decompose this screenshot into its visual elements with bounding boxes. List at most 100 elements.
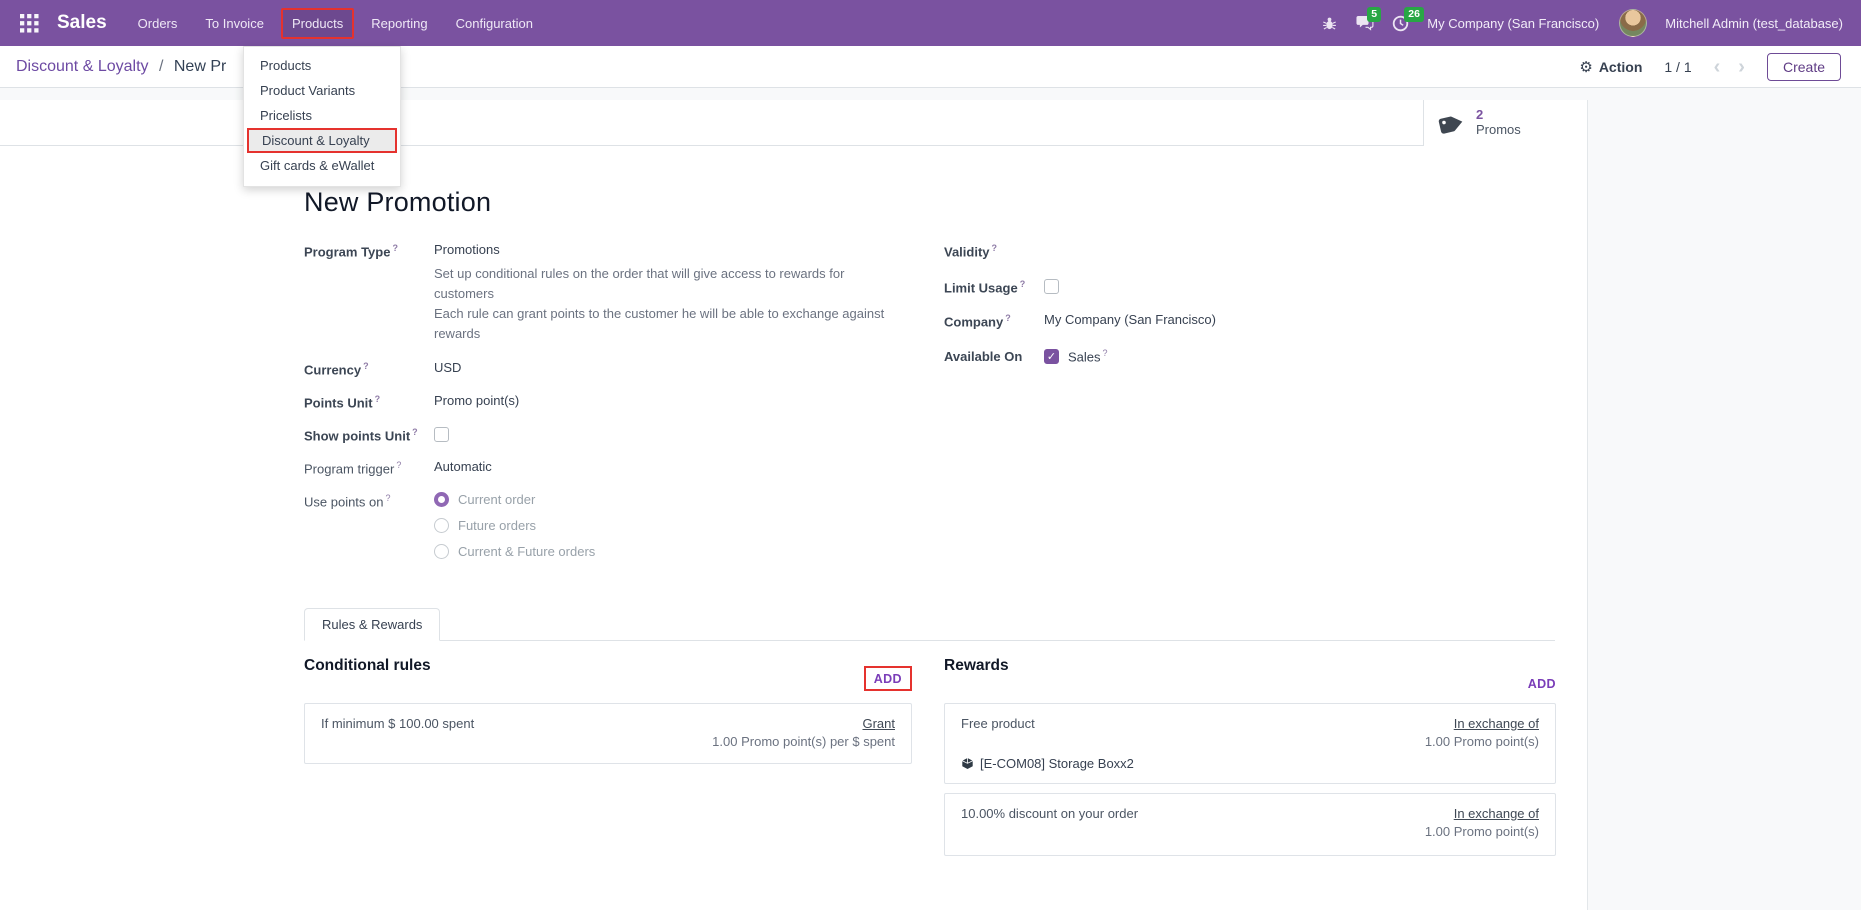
currency-label: Currency? <box>304 360 369 377</box>
form-status-row: 2 Promos <box>0 100 1587 146</box>
menu-item-gift-cards-ewallet[interactable]: Gift cards & eWallet <box>244 153 400 178</box>
radio-current-future-orders[interactable]: Current & Future orders <box>434 543 595 559</box>
pager-counter[interactable]: 1 / 1 <box>1664 59 1691 75</box>
menu-item-discount-loyalty[interactable]: Discount & Loyalty <box>247 128 397 153</box>
reward-exchange-link[interactable]: In exchange of <box>1454 716 1539 731</box>
help-hint: ? <box>374 393 381 404</box>
menu-item-product-variants[interactable]: Product Variants <box>244 78 400 103</box>
app-name[interactable]: Sales <box>57 12 107 34</box>
radio-unselected-icon <box>434 517 449 533</box>
company-switcher[interactable]: My Company (San Francisco) <box>1427 16 1599 31</box>
help-hint: ? <box>363 360 369 371</box>
radio-future-orders[interactable]: Future orders <box>434 517 595 533</box>
promos-label: Promos <box>1476 122 1521 137</box>
nav-item-to-invoice[interactable]: To Invoice <box>194 8 275 39</box>
help-hint: ? <box>385 492 391 503</box>
products-dropdown-menu: Products Product Variants Pricelists Dis… <box>243 46 401 187</box>
reward-title: 10.00% discount on your order <box>961 805 1139 821</box>
top-navbar: Sales Orders To Invoice Products Reporti… <box>0 0 1861 46</box>
program-type-value: Promotions <box>434 242 500 257</box>
available-on-sales-label: Sales? <box>1068 348 1108 365</box>
messages-icon[interactable]: 5 <box>1355 6 1382 32</box>
nav-item-configuration[interactable]: Configuration <box>445 8 544 39</box>
debug-bug-icon[interactable] <box>1322 16 1337 31</box>
program-type-field: Program Type? Promotions Set up conditio… <box>304 242 912 345</box>
points-unit-field: Points Unit? Promo point(s) <box>304 393 912 411</box>
apps-grid-icon[interactable] <box>14 8 45 39</box>
action-label: Action <box>1598 58 1643 75</box>
form-group-left: Program Type? Promotions Set up conditio… <box>304 242 912 574</box>
user-menu[interactable]: Mitchell Admin (test_database) <box>1665 16 1843 31</box>
rule-grant-link[interactable]: Grant <box>862 716 895 731</box>
help-hint: ? <box>412 426 418 437</box>
radio-unselected-icon <box>434 543 449 559</box>
help-hint: ? <box>392 243 398 253</box>
reward-cost: 1.00 Promo point(s) <box>1424 823 1539 839</box>
messages-count-badge: 5 <box>1367 6 1382 23</box>
help-hint: ? <box>1005 313 1011 323</box>
user-avatar[interactable] <box>1619 9 1648 37</box>
show-points-unit-checkbox[interactable] <box>434 426 449 442</box>
activities-clock-icon[interactable]: 26 <box>1392 6 1424 32</box>
reward-card[interactable]: Free product [E-COM08] Storage Boxx2 In … <box>944 702 1556 784</box>
help-hint: ? <box>396 459 402 470</box>
program-type-label: Program Type? <box>304 243 398 260</box>
pager-next-icon[interactable]: › <box>1738 57 1745 77</box>
gear-icon: ⚙ <box>1579 58 1593 76</box>
rule-card[interactable]: If minimum $ 100.00 spent Grant 1.00 Pro… <box>304 702 912 764</box>
company-field: Company? My Company (San Francisco) <box>944 312 1556 330</box>
help-hint: ? <box>1019 279 1026 289</box>
use-points-on-label: Use points on? <box>304 492 391 509</box>
product-cube-icon <box>962 757 973 769</box>
conditional-rules-section: Conditional rules ADD If minimum $ 100.0… <box>304 657 912 865</box>
nav-item-orders[interactable]: Orders <box>127 8 189 39</box>
reward-product[interactable]: [E-COM08] Storage Boxx2 <box>980 756 1134 771</box>
annotation-box-add-rule: ADD <box>863 665 912 691</box>
available-on-label: Available On <box>944 349 1023 364</box>
conditional-rules-title: Conditional rules <box>304 656 431 674</box>
promos-stat-button[interactable]: 2 Promos <box>1423 100 1587 146</box>
points-unit-label: Points Unit? <box>304 393 381 410</box>
points-unit-value: Promo point(s) <box>434 392 520 408</box>
nav-item-products[interactable]: Products <box>280 7 355 39</box>
program-name-value[interactable]: New Promotion <box>304 187 1555 218</box>
screen: Sales Orders To Invoice Products Reporti… <box>0 0 1861 910</box>
action-menu-button[interactable]: ⚙ Action <box>1579 58 1642 76</box>
limit-usage-label: Limit Usage? <box>944 279 1026 296</box>
rule-grant-detail: 1.00 Promo point(s) per $ spent <box>712 733 895 749</box>
form-sheet: 2 Promos Program Name? New Promotion <box>0 100 1588 910</box>
reward-title: Free product <box>961 715 1035 731</box>
use-points-on-field: Use points on? Current order Future orde… <box>304 491 912 559</box>
menu-item-pricelists[interactable]: Pricelists <box>244 103 400 128</box>
program-trigger-label: Program trigger? <box>304 459 402 476</box>
help-hint: ? <box>1102 348 1108 358</box>
breadcrumb-parent-link[interactable]: Discount & Loyalty <box>16 58 149 75</box>
validity-field: Validity? <box>944 242 1556 260</box>
breadcrumb-current: New Pr <box>173 57 227 75</box>
menu-item-products[interactable]: Products <box>244 53 400 78</box>
limit-usage-checkbox[interactable] <box>1044 279 1059 294</box>
tab-bar: Rules & Rewards <box>304 607 1555 641</box>
reward-exchange-link[interactable]: In exchange of <box>1454 806 1539 821</box>
reward-card[interactable]: 10.00% discount on your order In exchang… <box>944 792 1556 856</box>
breadcrumb-separator: / <box>158 57 164 75</box>
currency-value: USD <box>434 359 462 375</box>
pager-previous-icon[interactable]: ‹ <box>1714 57 1721 77</box>
create-button[interactable]: Create <box>1766 52 1841 81</box>
add-rule-button[interactable]: ADD <box>874 672 902 686</box>
tag-icon <box>1438 116 1463 134</box>
nav-item-reporting[interactable]: Reporting <box>360 8 438 39</box>
radio-selected-icon <box>434 491 449 507</box>
validity-label: Validity? <box>944 243 998 260</box>
rewards-title: Rewards <box>944 656 1009 674</box>
program-trigger-field: Program trigger? Automatic <box>304 459 912 477</box>
form-group-right: Validity? Limit Usage? Company? My Compa… <box>944 242 1556 574</box>
rewards-section: Rewards ADD Free product [E-COM08] Stora… <box>944 657 1556 865</box>
available-on-sales-checkbox[interactable]: ✓ <box>1044 349 1059 365</box>
activities-count-badge: 26 <box>1404 6 1424 23</box>
tab-rules-rewards[interactable]: Rules & Rewards <box>304 607 441 641</box>
radio-current-order[interactable]: Current order <box>434 491 595 507</box>
show-points-unit-field: Show points Unit? <box>304 426 912 444</box>
add-reward-button[interactable]: ADD <box>1528 677 1556 691</box>
program-name-label: Program Name? <box>304 168 1555 184</box>
